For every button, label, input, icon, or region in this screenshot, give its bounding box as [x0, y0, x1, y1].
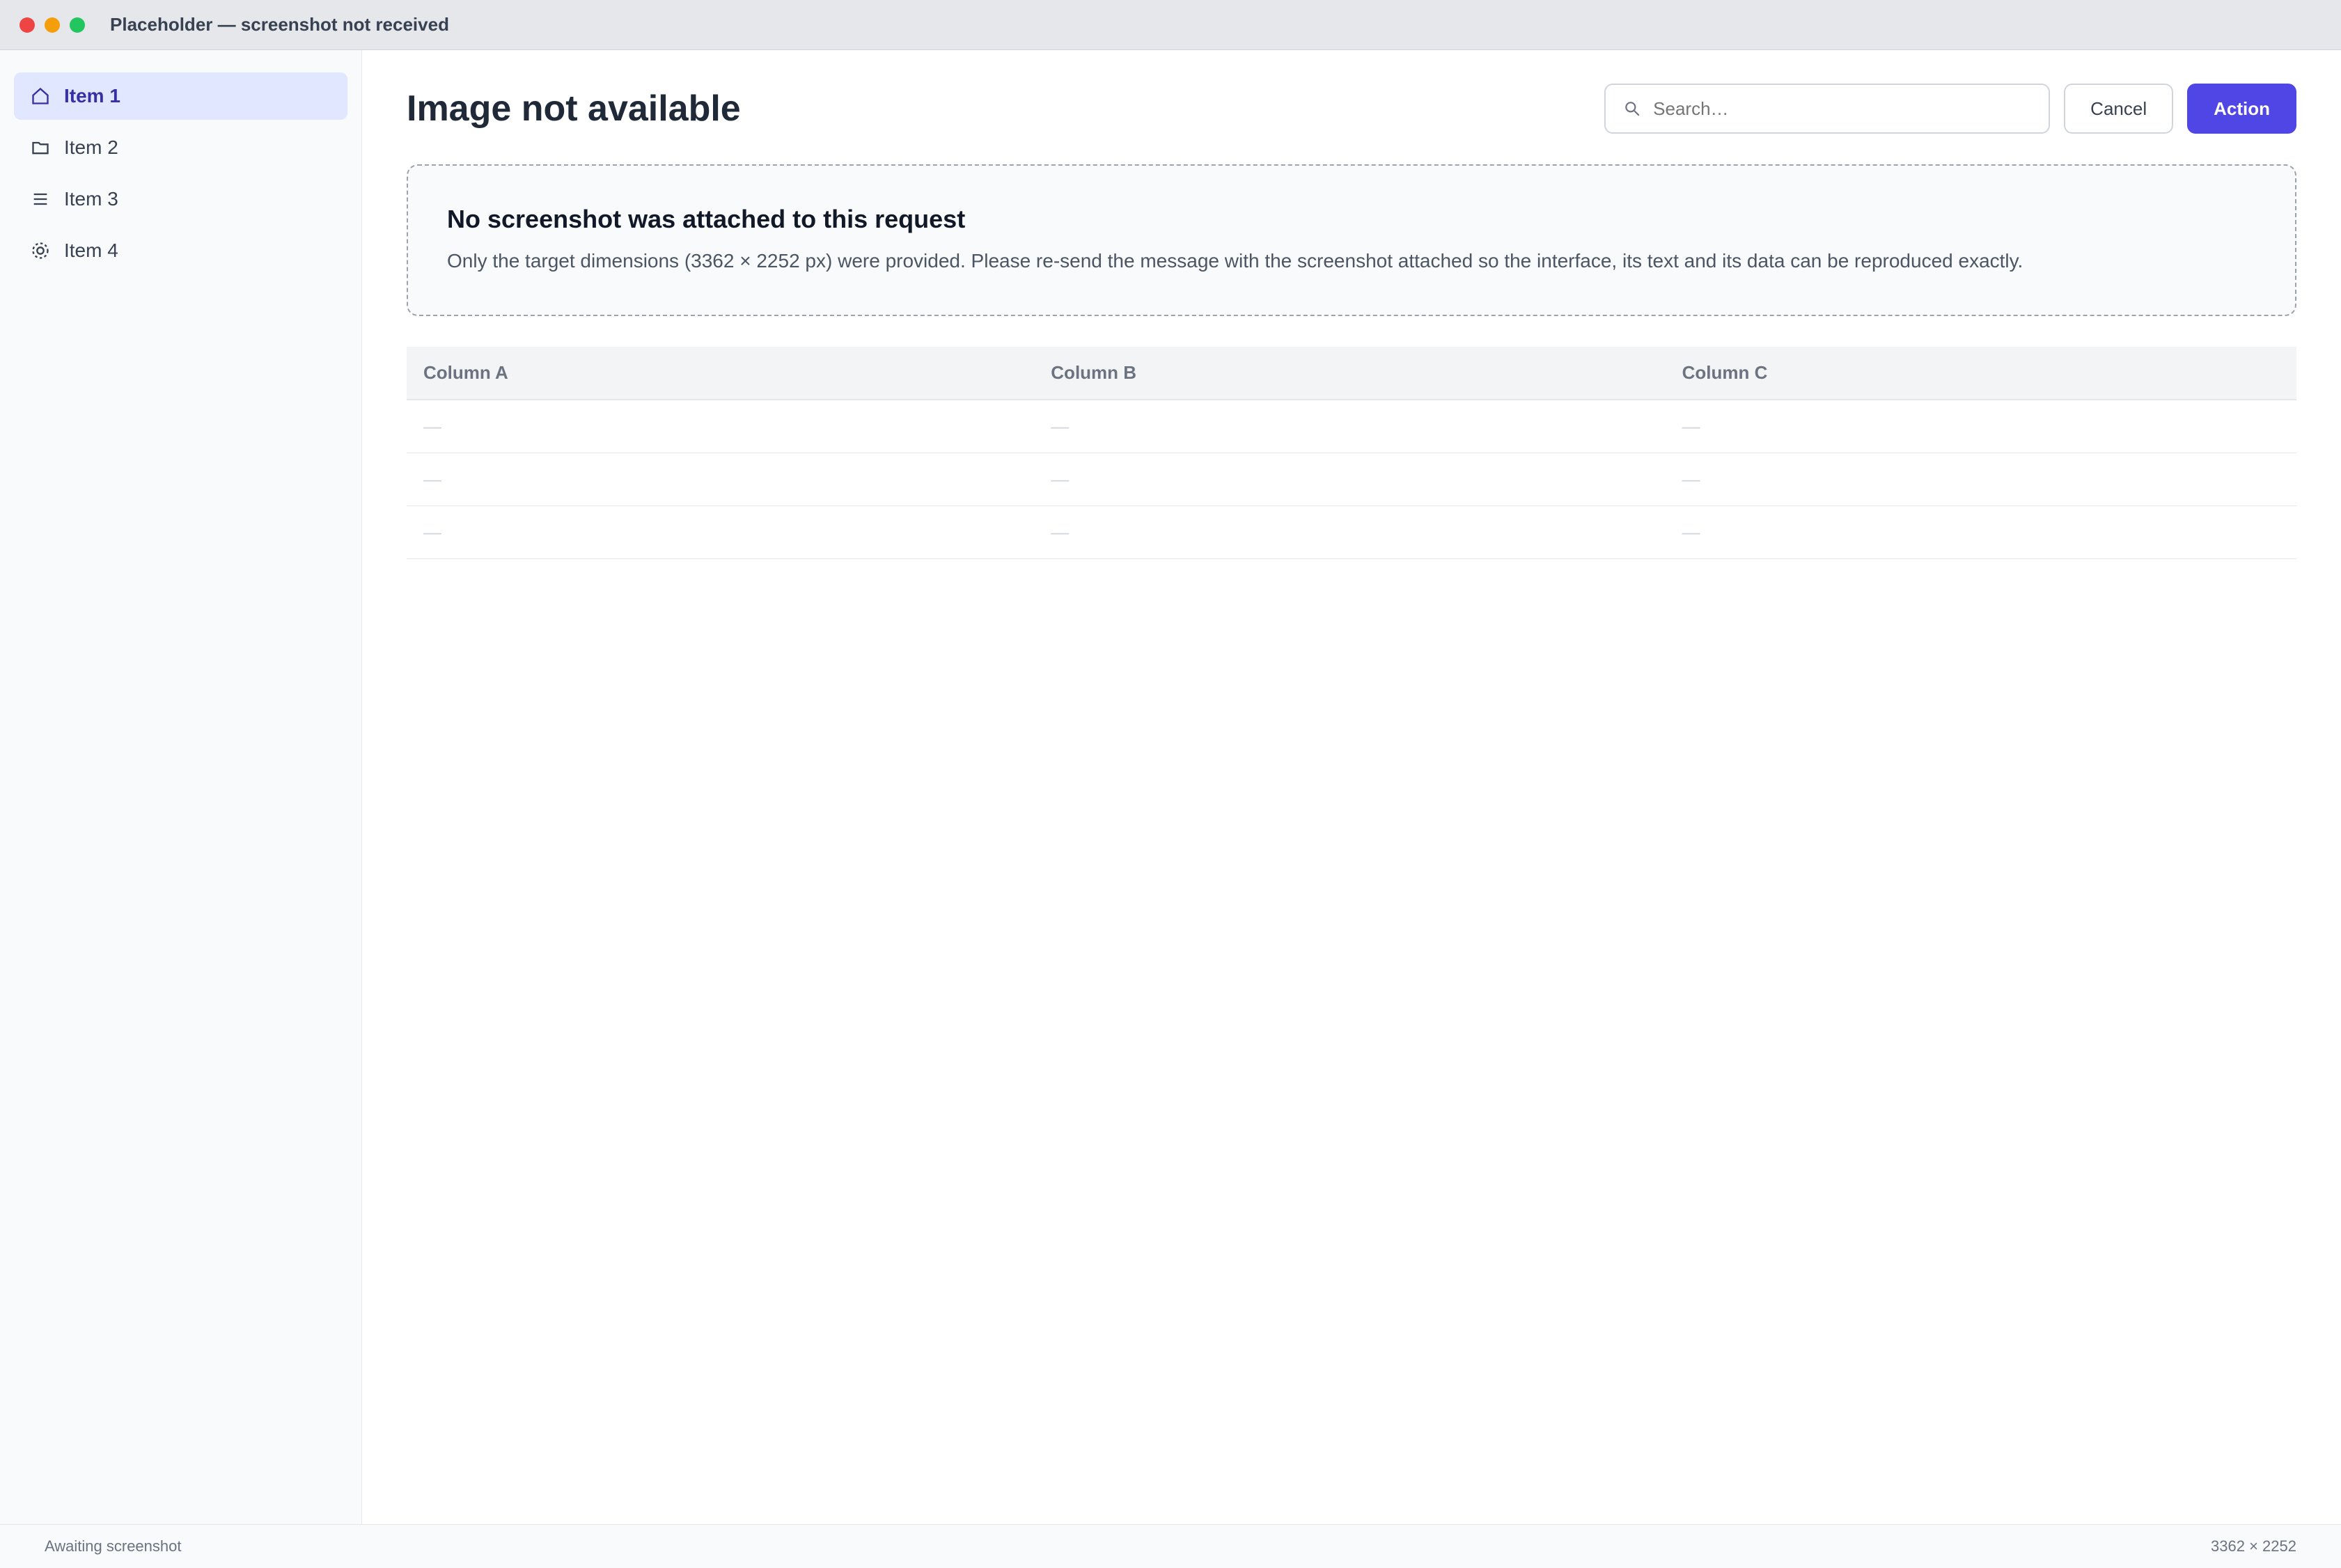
- table-cell: —: [1034, 453, 1666, 506]
- notice-heading: No screenshot was attached to this reque…: [447, 205, 966, 233]
- table-cell: —: [1034, 505, 1666, 559]
- sidebar-item-2[interactable]: Item 2: [14, 124, 347, 171]
- table-cell: —: [1665, 453, 2296, 506]
- sidebar-item-label: Item 3: [64, 188, 118, 210]
- column-header[interactable]: Column A: [407, 347, 1035, 400]
- home-icon: [29, 85, 52, 107]
- table-cell: —: [1034, 400, 1666, 453]
- window-controls: [19, 17, 85, 33]
- sidebar-item-3[interactable]: Item 3: [14, 175, 347, 223]
- gear-icon: [29, 240, 52, 262]
- sidebar-item-label: Item 2: [64, 136, 118, 158]
- main-header: Image not available Cancel Action: [407, 84, 2296, 134]
- missing-image-notice: No screenshot was attached to this reque…: [407, 164, 2296, 316]
- app-body: Item 1 Item 2 Item 3 Item 4 Image not av…: [0, 50, 2341, 1524]
- table-row[interactable]: — — —: [407, 505, 2296, 559]
- page-title: Image not available: [407, 88, 741, 129]
- table-row[interactable]: — — —: [407, 400, 2296, 453]
- table-cell: —: [407, 400, 1035, 453]
- app-window: Placeholder — screenshot not received It…: [0, 0, 2341, 1568]
- placeholder-table: Column A Column B Column C — — — — — — —…: [407, 347, 2296, 559]
- maximize-window-button[interactable]: [70, 17, 85, 33]
- folder-icon: [29, 136, 52, 159]
- notice-text: Only the target dimensions (3362 × 2252 …: [447, 250, 2023, 272]
- search-icon: [1621, 97, 1643, 120]
- table-cell: —: [407, 453, 1035, 506]
- status-text: Awaiting screenshot: [45, 1537, 182, 1555]
- table-cell: —: [1665, 400, 2296, 453]
- main-content: Image not available Cancel Action No scr…: [362, 50, 2341, 1524]
- minimize-window-button[interactable]: [45, 17, 60, 33]
- table-cell: —: [407, 505, 1035, 559]
- sidebar-item-4[interactable]: Item 4: [14, 227, 347, 274]
- column-header[interactable]: Column B: [1034, 347, 1666, 400]
- table-header-row: Column A Column B Column C: [407, 347, 2296, 400]
- list-icon: [29, 188, 52, 210]
- search-input[interactable]: [1653, 97, 2034, 120]
- header-actions: Cancel Action: [1604, 84, 2296, 134]
- search-box: [1604, 84, 2051, 134]
- sidebar-item-label: Item 4: [64, 240, 118, 261]
- secondary-button[interactable]: Cancel: [2064, 84, 2174, 134]
- column-header[interactable]: Column C: [1665, 347, 2296, 400]
- close-window-button[interactable]: [19, 17, 35, 33]
- table-row[interactable]: — — —: [407, 453, 2296, 506]
- status-bar: Awaiting screenshot 3362 × 2252: [0, 1524, 2341, 1568]
- primary-button[interactable]: Action: [2187, 84, 2296, 134]
- status-dimensions: 3362 × 2252: [2211, 1537, 2296, 1555]
- table-cell: —: [1665, 505, 2296, 559]
- sidebar: Item 1 Item 2 Item 3 Item 4: [0, 50, 362, 1524]
- title-bar: Placeholder — screenshot not received: [0, 0, 2341, 50]
- sidebar-item-label: Item 1: [64, 85, 120, 107]
- sidebar-item-1[interactable]: Item 1: [14, 72, 347, 120]
- window-title: Placeholder — screenshot not received: [110, 14, 449, 35]
